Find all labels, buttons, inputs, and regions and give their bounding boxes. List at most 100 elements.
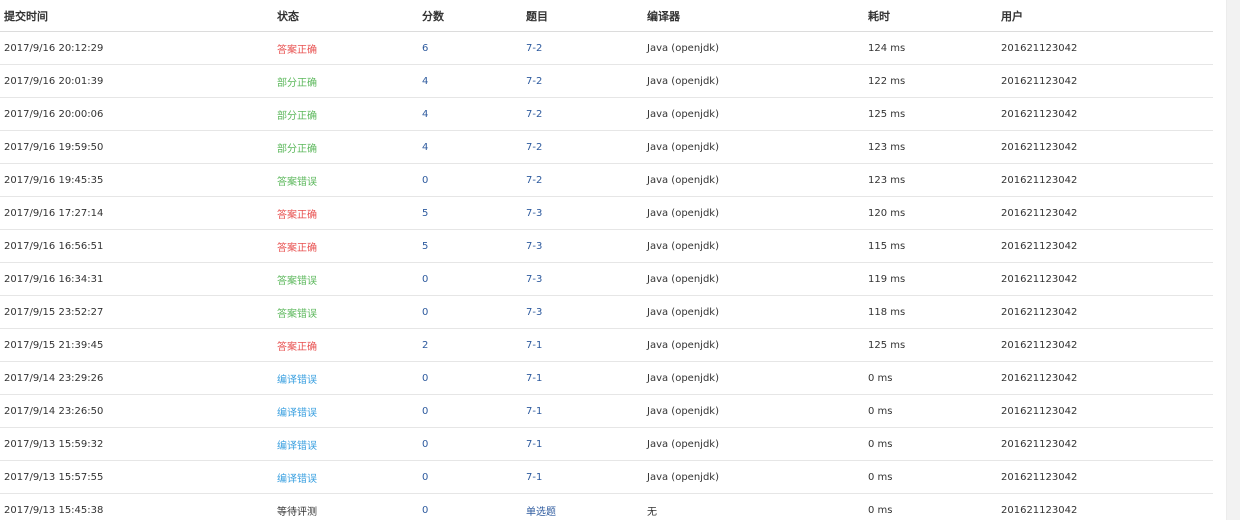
submit-time-cell: 2017/9/16 17:27:14 [0, 196, 273, 230]
score-link[interactable]: 0 [422, 307, 428, 318]
compiler-cell: Java (openjdk) [643, 328, 864, 362]
score-cell: 0 [418, 163, 522, 197]
problem-cell: 7-1 [522, 460, 643, 494]
status-link[interactable]: 答案错误 [277, 309, 317, 320]
elapsed-cell: 0 ms [864, 361, 997, 395]
problem-link[interactable]: 7-3 [526, 307, 542, 318]
score-link[interactable]: 4 [422, 109, 428, 120]
score-link[interactable]: 5 [422, 241, 428, 252]
status-link[interactable]: 编译错误 [277, 408, 317, 419]
table-row: 2017/9/16 17:27:14 答案正确 5 7-3 Java (openjdk)… [0, 196, 1213, 230]
score-link[interactable]: 5 [422, 208, 428, 219]
score-cell: 2 [418, 328, 522, 362]
compiler-cell: Java (openjdk) [647, 75, 719, 87]
user-cell: 201621123042 [1001, 372, 1078, 384]
table-row: 2017/9/16 19:45:35 答案错误 0 7-2 Java (openjdk)… [0, 163, 1213, 197]
problem-link[interactable]: 7-2 [526, 142, 542, 153]
score-link[interactable]: 2 [422, 340, 428, 351]
status-link[interactable]: 答案正确 [277, 210, 317, 221]
problem-link[interactable]: 单选题 [526, 507, 556, 518]
status-link[interactable]: 等待评测 [277, 507, 317, 518]
compiler-cell: Java (openjdk) [647, 339, 719, 351]
compiler-cell: Java (openjdk) [643, 427, 864, 461]
status-link[interactable]: 答案错误 [277, 276, 317, 287]
status-cell: 部分正确 [273, 97, 418, 131]
user-cell: 201621123042 [997, 361, 1213, 395]
status-link[interactable]: 部分正确 [277, 144, 317, 155]
score-cell: 0 [418, 295, 522, 329]
problem-cell: 单选题 [522, 493, 643, 520]
elapsed-cell: 0 ms [864, 460, 997, 494]
status-link[interactable]: 编译错误 [277, 375, 317, 386]
problem-link[interactable]: 7-3 [526, 241, 542, 252]
compiler-cell: Java (openjdk) [647, 240, 719, 252]
problem-link[interactable]: 7-2 [526, 175, 542, 186]
header-status: 状态 [273, 0, 418, 32]
status-cell: 等待评测 [273, 493, 418, 520]
problem-link[interactable]: 7-2 [526, 109, 542, 120]
problem-link[interactable]: 7-2 [526, 76, 542, 87]
elapsed-cell: 118 ms [864, 295, 997, 329]
status-link[interactable]: 编译错误 [277, 441, 317, 452]
compiler-cell: Java (openjdk) [647, 438, 719, 450]
score-link[interactable]: 0 [422, 505, 428, 516]
table-row: 2017/9/13 15:57:55 编译错误 0 7-1 Java (openjdk)… [0, 460, 1213, 494]
submit-time-cell: 2017/9/13 15:57:55 [4, 471, 104, 483]
elapsed-cell: 0 ms [864, 394, 997, 428]
status-link[interactable]: 编译错误 [277, 474, 317, 485]
header-elapsed: 耗时 [864, 0, 997, 32]
problem-cell: 7-1 [522, 361, 643, 395]
score-link[interactable]: 0 [422, 472, 428, 483]
user-cell: 201621123042 [997, 31, 1213, 65]
score-link[interactable]: 4 [422, 76, 428, 87]
status-link[interactable]: 部分正确 [277, 111, 317, 122]
submit-time-cell: 2017/9/16 19:59:50 [4, 141, 104, 153]
submit-time-cell: 2017/9/13 15:59:32 [0, 427, 273, 461]
score-link[interactable]: 6 [422, 43, 428, 54]
submit-time-cell: 2017/9/15 21:39:45 [0, 328, 273, 362]
user-cell: 201621123042 [997, 460, 1213, 494]
score-link[interactable]: 0 [422, 274, 428, 285]
compiler-cell: Java (openjdk) [643, 394, 864, 428]
problem-cell: 7-3 [522, 262, 643, 296]
compiler-cell: Java (openjdk) [647, 405, 719, 417]
status-cell: 答案错误 [273, 295, 418, 329]
elapsed-cell: 125 ms [868, 108, 906, 120]
table-row: 2017/9/16 16:56:51 答案正确 5 7-3 Java (openjdk)… [0, 229, 1213, 263]
problem-link[interactable]: 7-1 [526, 439, 542, 450]
problem-link[interactable]: 7-1 [526, 373, 542, 384]
problem-link[interactable]: 7-1 [526, 406, 542, 417]
score-link[interactable]: 0 [422, 373, 428, 384]
score-cell: 0 [418, 262, 522, 296]
problem-link[interactable]: 7-1 [526, 340, 542, 351]
status-link[interactable]: 答案正确 [277, 243, 317, 254]
user-cell: 201621123042 [1001, 306, 1078, 318]
score-cell: 0 [418, 460, 522, 494]
problem-link[interactable]: 7-3 [526, 274, 542, 285]
vertical-scrollbar[interactable] [1226, 0, 1240, 520]
score-link[interactable]: 0 [422, 406, 428, 417]
compiler-cell: Java (openjdk) [643, 262, 864, 296]
user-cell: 201621123042 [997, 229, 1213, 263]
submit-time-cell: 2017/9/16 19:59:50 [0, 130, 273, 164]
problem-link[interactable]: 7-2 [526, 43, 542, 54]
status-link[interactable]: 答案错误 [277, 177, 317, 188]
score-cell: 4 [418, 97, 522, 131]
elapsed-cell: 120 ms [868, 207, 906, 219]
elapsed-cell: 124 ms [868, 42, 906, 54]
user-cell: 201621123042 [1001, 504, 1078, 516]
score-link[interactable]: 4 [422, 142, 428, 153]
problem-link[interactable]: 7-3 [526, 208, 542, 219]
compiler-cell: Java (openjdk) [643, 163, 864, 197]
problem-link[interactable]: 7-1 [526, 472, 542, 483]
score-link[interactable]: 0 [422, 439, 428, 450]
elapsed-cell: 115 ms [864, 229, 997, 263]
status-cell: 答案正确 [273, 31, 418, 65]
submit-time-cell: 2017/9/15 23:52:27 [4, 306, 104, 318]
status-link[interactable]: 答案正确 [277, 45, 317, 56]
score-link[interactable]: 0 [422, 175, 428, 186]
status-link[interactable]: 答案正确 [277, 342, 317, 353]
submit-time-cell: 2017/9/16 20:12:29 [0, 31, 273, 65]
user-cell: 201621123042 [1001, 471, 1078, 483]
status-link[interactable]: 部分正确 [277, 78, 317, 89]
